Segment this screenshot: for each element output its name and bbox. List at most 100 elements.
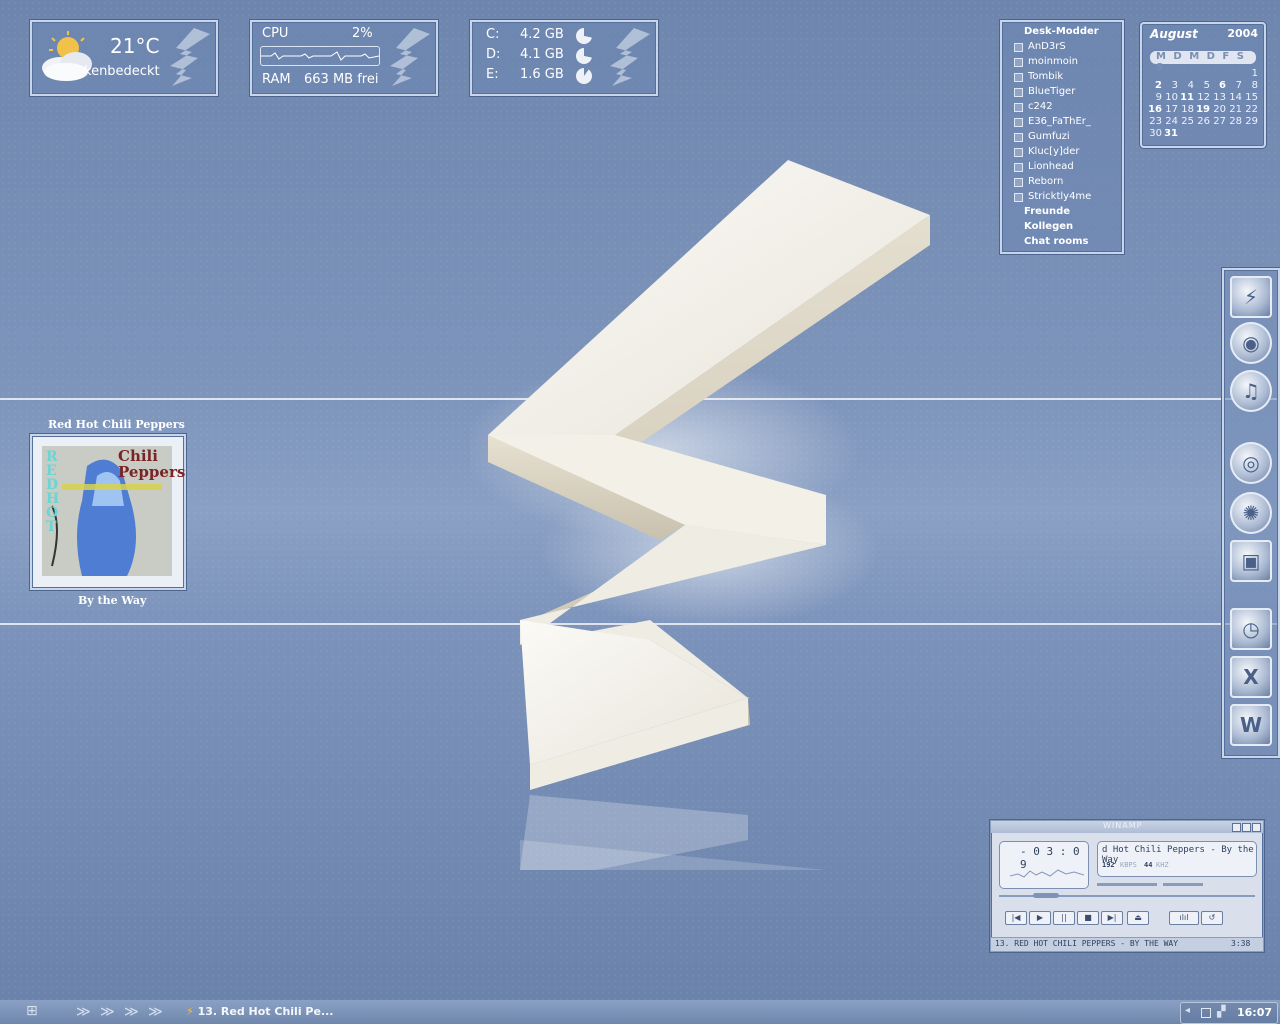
buddy-item[interactable]: Lionhead: [1028, 161, 1074, 172]
winamp-shade-button[interactable]: [1242, 823, 1251, 832]
tray-box-icon[interactable]: [1201, 1008, 1211, 1018]
weekday-labels: M D M D F S S: [1156, 51, 1246, 73]
calendar-day[interactable]: 30: [1146, 128, 1162, 139]
calendar-day[interactable]: 15: [1242, 92, 1258, 103]
winamp-play-button[interactable]: ▶: [1029, 911, 1051, 925]
buddy-item[interactable]: c242: [1028, 101, 1053, 112]
calendar-day[interactable]: 11: [1178, 92, 1194, 103]
winamp-repeat-button[interactable]: ↺: [1201, 911, 1223, 925]
buddy-group-kollegen[interactable]: Kollegen: [1024, 221, 1073, 232]
clock[interactable]: 16:07: [1237, 1006, 1272, 1019]
calendar-day[interactable]: 18: [1178, 104, 1194, 115]
buddy-list-widget[interactable]: Desk-Modder AnD3rS moinmoin Tombik BlueT…: [1000, 20, 1124, 254]
tray-arrow-icon[interactable]: ◂: [1185, 1005, 1190, 1016]
tray-network-icon[interactable]: ▞: [1217, 1005, 1225, 1018]
object-dock[interactable]: ⚡ ◉ ♫ ◎ ✺ ▣ ◷ X W: [1222, 268, 1280, 758]
calendar-day[interactable]: 21: [1226, 104, 1242, 115]
winamp-stop-button[interactable]: ■: [1077, 911, 1099, 925]
calendar-day[interactable]: 13: [1210, 92, 1226, 103]
calendar-day[interactable]: 1: [1242, 68, 1258, 79]
buddy-item[interactable]: Reborn: [1028, 176, 1063, 187]
weather-widget[interactable]: 21°C kenbedeckt: [30, 20, 218, 96]
taskbar-winamp-task[interactable]: ⚡ 13. Red Hot Chili Pe...: [186, 1002, 356, 1022]
word-icon[interactable]: W: [1230, 704, 1272, 746]
start-button-icon[interactable]: ⊞: [26, 1003, 38, 1019]
calendar-day[interactable]: 3: [1162, 80, 1178, 91]
winamp-volume-slider[interactable]: [1097, 883, 1157, 886]
buddy-group-freunde[interactable]: Freunde: [1024, 206, 1070, 217]
quicklaunch-icon[interactable]: ≫: [124, 1004, 139, 1020]
calendar-day[interactable]: 26: [1194, 116, 1210, 127]
winamp-close-button[interactable]: [1252, 823, 1261, 832]
buddy-group-desk-modder[interactable]: Desk-Modder: [1024, 26, 1099, 37]
buddy-item[interactable]: moinmoin: [1028, 56, 1078, 67]
winamp-balance-slider[interactable]: [1163, 883, 1203, 886]
calendar-day[interactable]: 14: [1226, 92, 1242, 103]
buddy-item[interactable]: Gumfuzi: [1028, 131, 1070, 142]
quicklaunch-icon[interactable]: ≫: [76, 1004, 91, 1020]
eye-icon[interactable]: ◉: [1230, 322, 1272, 364]
calendar-day[interactable]: 6: [1210, 80, 1226, 91]
calendar-day[interactable]: 2: [1146, 80, 1162, 91]
calendar-day[interactable]: 28: [1226, 116, 1242, 127]
winamp-seek-bar[interactable]: [999, 893, 1255, 898]
buddy-item[interactable]: Kluc[y]der: [1028, 146, 1080, 157]
buddy-item[interactable]: AnD3rS: [1028, 41, 1066, 52]
calendar-day[interactable]: 22: [1242, 104, 1258, 115]
calendar-day[interactable]: 29: [1242, 116, 1258, 127]
buddy-item[interactable]: Tombik: [1028, 71, 1063, 82]
browser-icon[interactable]: ✺: [1230, 492, 1272, 534]
monitor-icon[interactable]: ▣: [1230, 540, 1272, 582]
calendar-day[interactable]: 31: [1162, 128, 1178, 139]
globe-icon[interactable]: ◎: [1230, 442, 1272, 484]
cpu-graph: [260, 46, 380, 66]
calendar-day[interactable]: 9: [1146, 92, 1162, 103]
winamp-pause-button[interactable]: ||: [1053, 911, 1075, 925]
winamp-prev-button[interactable]: |◀: [1005, 911, 1027, 925]
calendar-weekdays: M D M D F S S: [1150, 51, 1256, 73]
calendar-day[interactable]: 4: [1178, 80, 1194, 91]
winamp-next-button[interactable]: ▶|: [1101, 911, 1123, 925]
buddy-group-chat-rooms[interactable]: Chat rooms: [1024, 236, 1089, 247]
winamp-kbps-label: KBPS: [1120, 861, 1137, 869]
buddy-item[interactable]: Stricktly4me: [1028, 191, 1091, 202]
system-monitor-widget[interactable]: CPU 2% RAM 663 MB frei: [250, 20, 438, 96]
buddy-status-icon: [1014, 178, 1023, 187]
winamp-seek-thumb[interactable]: [1033, 893, 1059, 898]
calendar-day[interactable]: 12: [1194, 92, 1210, 103]
buddy-item[interactable]: BlueTiger: [1028, 86, 1075, 97]
calendar-day[interactable]: 27: [1210, 116, 1226, 127]
album-art-widget[interactable]: RED HOT Chili Peppers: [30, 434, 186, 590]
calendar-widget[interactable]: August 2004 M D M D F S S 1 2 3 4 5 6 7 8 9 10 11 1…: [1140, 22, 1266, 148]
winamp-playlist-bar[interactable]: 13. RED HOT CHILI PEPPERS - BY THE WAY 3…: [991, 937, 1263, 951]
calendar-day[interactable]: 7: [1226, 80, 1242, 91]
winamp-titlebar[interactable]: WINAMP: [991, 821, 1263, 833]
calendar-day[interactable]: 10: [1162, 92, 1178, 103]
buddy-item[interactable]: E36_FaThEr_: [1028, 116, 1091, 127]
quicklaunch-icon[interactable]: ≫: [100, 1004, 115, 1020]
calendar-day[interactable]: 5: [1194, 80, 1210, 91]
winamp-minimize-button[interactable]: [1232, 823, 1241, 832]
quicklaunch-icon[interactable]: ≫: [148, 1004, 163, 1020]
music-cd-icon[interactable]: ♫: [1230, 370, 1272, 412]
calendar-day[interactable]: 25: [1178, 116, 1194, 127]
cpu-label: CPU: [262, 26, 289, 41]
calendar-day[interactable]: 16: [1146, 104, 1162, 115]
winamp-player[interactable]: WINAMP - 0 3 : 0 9 d Hot Chili Peppers -…: [990, 820, 1264, 952]
calendar-day[interactable]: 20: [1210, 104, 1226, 115]
album-title: By the Way: [78, 594, 147, 607]
calendar-day[interactable]: 19: [1194, 104, 1210, 115]
excel-icon[interactable]: X: [1230, 656, 1272, 698]
cover-text-left: RED HOT: [46, 449, 60, 535]
disk-space-widget[interactable]: C: 4.2 GB D: 4.1 GB E: 1.6 GB: [470, 20, 658, 96]
winamp-shuffle-button[interactable]: ılıl: [1169, 911, 1199, 925]
calendar-day[interactable]: 17: [1162, 104, 1178, 115]
winamp-bolt-icon[interactable]: ⚡: [1230, 276, 1272, 318]
buddy-status-icon: [1014, 73, 1023, 82]
calendar-day[interactable]: 24: [1162, 116, 1178, 127]
winamp-eject-button[interactable]: ⏏: [1127, 911, 1149, 925]
calendar-day[interactable]: 23: [1146, 116, 1162, 127]
clock-icon[interactable]: ◷: [1230, 608, 1272, 650]
calendar-day[interactable]: 8: [1242, 80, 1258, 91]
buddy-status-icon: [1014, 43, 1023, 52]
